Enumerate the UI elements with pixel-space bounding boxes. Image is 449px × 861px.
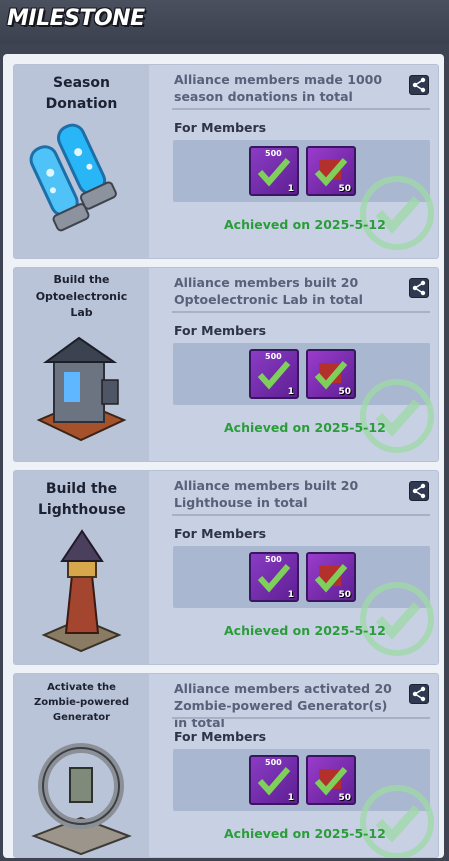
completed-stamp-icon xyxy=(360,379,434,453)
milestone-description: Alliance members built 20 Lighthouse in … xyxy=(174,478,359,510)
page-title: MILESTONE xyxy=(7,6,145,31)
share-icon xyxy=(412,483,426,499)
milestone-title: Season Donation xyxy=(45,75,118,112)
reward-item-1[interactable]: 500 1 xyxy=(249,552,299,602)
divider xyxy=(172,311,430,313)
divider xyxy=(172,108,430,110)
milestone-description: Alliance members activated 20 Zombie-pow… xyxy=(174,681,392,730)
share-icon xyxy=(412,686,426,702)
for-members-label: For Members xyxy=(174,526,267,541)
reward-qty: 50 xyxy=(338,387,351,397)
reward-qty: 50 xyxy=(338,793,351,803)
zombie-generator-icon xyxy=(31,743,132,856)
optoelectronic-lab-icon xyxy=(36,336,127,442)
reward-qty: 50 xyxy=(338,590,351,600)
achieved-date: Achieved on 2025-5-12 xyxy=(224,826,386,841)
achieved-date: Achieved on 2025-5-12 xyxy=(224,217,386,232)
reward-qty: 1 xyxy=(287,793,294,803)
share-button[interactable] xyxy=(409,481,429,501)
reward-item-1[interactable]: 500 1 xyxy=(249,146,299,196)
reward-qty: 1 xyxy=(287,590,294,600)
completed-stamp-icon xyxy=(360,582,434,656)
for-members-label: For Members xyxy=(174,323,267,338)
reward-item-1[interactable]: 500 1 xyxy=(249,755,299,805)
check-icon xyxy=(257,361,291,390)
milestone-panel: Season Donation Alliance members made 10… xyxy=(3,54,444,858)
reward-item-2[interactable]: 50 xyxy=(306,349,356,399)
divider xyxy=(172,717,430,719)
milestone-description: Alliance members made 1000 season donati… xyxy=(174,72,383,104)
check-icon xyxy=(257,564,291,593)
milestone-title: Build the Lighthouse xyxy=(38,481,126,518)
lighthouse-icon xyxy=(41,529,122,653)
achieved-date: Achieved on 2025-5-12 xyxy=(224,420,386,435)
for-members-label: For Members xyxy=(174,729,267,744)
reward-item-2[interactable]: 50 xyxy=(306,146,356,196)
milestone-card-season-donation: Season Donation Alliance members made 10… xyxy=(13,64,439,259)
reward-qty: 1 xyxy=(287,184,294,194)
share-icon xyxy=(412,280,426,296)
share-button[interactable] xyxy=(409,278,429,298)
milestone-description: Alliance members built 20 Optoelectronic… xyxy=(174,275,363,307)
reward-qty: 1 xyxy=(287,387,294,397)
milestone-card-zombie-generator: Activate the Zombie-powered Generator Al… xyxy=(13,673,439,858)
share-button[interactable] xyxy=(409,75,429,95)
share-button[interactable] xyxy=(409,684,429,704)
reward-item-2[interactable]: 50 xyxy=(306,552,356,602)
milestone-title: Build the Optoelectronic Lab xyxy=(35,273,128,319)
plasma-capsule-icon xyxy=(29,123,117,232)
reward-item-2[interactable]: 50 xyxy=(306,755,356,805)
top-bar: MILESTONE xyxy=(0,0,449,44)
completed-stamp-icon xyxy=(360,785,434,857)
milestone-title: Activate the Zombie-powered Generator xyxy=(34,682,129,723)
divider xyxy=(172,514,430,516)
for-members-label: For Members xyxy=(174,120,267,135)
completed-stamp-icon xyxy=(360,176,434,250)
check-icon xyxy=(257,158,291,187)
check-icon xyxy=(257,767,291,796)
reward-qty: 50 xyxy=(338,184,351,194)
reward-item-1[interactable]: 500 1 xyxy=(249,349,299,399)
milestone-card-optoelectronic-lab: Build the Optoelectronic Lab Alliance me… xyxy=(13,267,439,462)
achieved-date: Achieved on 2025-5-12 xyxy=(224,623,386,638)
milestone-card-lighthouse: Build the Lighthouse Alliance members bu… xyxy=(13,470,439,665)
share-icon xyxy=(412,77,426,93)
